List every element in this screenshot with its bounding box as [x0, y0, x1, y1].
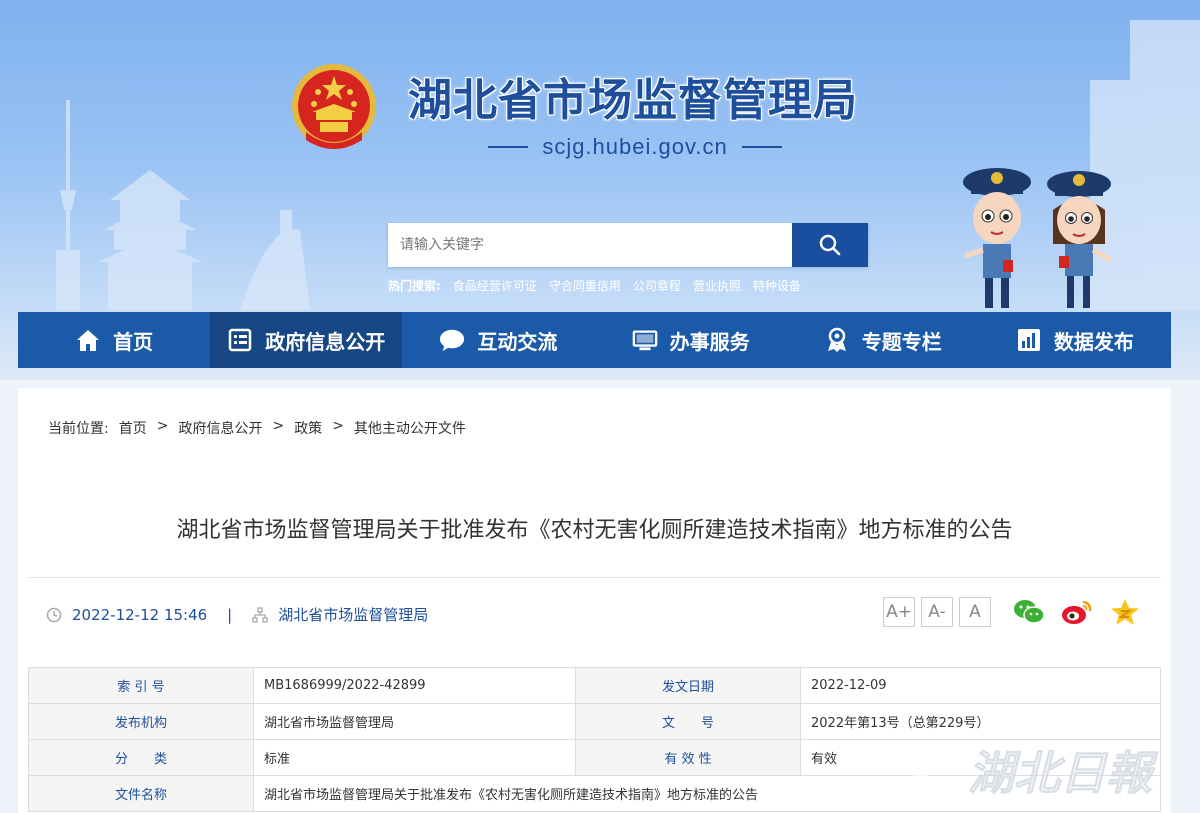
table-value: 湖北省市场监督管理局 [253, 703, 576, 740]
font-increase-label: A+ [886, 602, 912, 622]
table-label: 有 效 性 [575, 739, 801, 776]
table-row: 索 引 号 MB1686999/2022-42899 发文日期 2022-12-… [28, 667, 1161, 704]
nav-item-label: 专题专栏 [861, 329, 942, 354]
hot-search-item[interactable]: 守合同重信用 [549, 277, 621, 295]
share-tools [1012, 596, 1142, 628]
decorative-line [488, 146, 529, 148]
divider [28, 577, 1161, 578]
search-button[interactable] [792, 223, 868, 267]
article-title: 湖北省市场监督管理局关于批准发布《农村无害化厕所建造技术指南》地方标准的公告 [176, 518, 1013, 543]
table-label: 文 号 [575, 703, 801, 740]
font-size-tools: A+ A- A [883, 597, 991, 627]
table-label: 索 引 号 [28, 667, 254, 704]
table-label: 发文日期 [575, 667, 801, 704]
table-value: MB1686999/2022-42899 [253, 667, 576, 704]
table-value: 2022-12-09 [800, 667, 1161, 704]
nav-item-label: 首页 [113, 329, 154, 354]
hot-search-item[interactable]: 食品经营许可证 [453, 277, 537, 295]
table-label: 文件名称 [28, 775, 254, 812]
org-structure-icon [252, 606, 268, 623]
home-icon [75, 327, 101, 353]
nav-item-label: 办事服务 [669, 329, 750, 354]
qzone-icon [1111, 599, 1139, 625]
breadcrumb: 当前位置: 首页 > 政府信息公开 > 政策 > 其他主动公开文件 [48, 418, 466, 438]
nav-item-interaction[interactable]: 互动交流 [402, 312, 594, 368]
badge-icon [824, 327, 850, 353]
breadcrumb-link[interactable]: 政策 [294, 418, 322, 438]
main-nav: 首页 政府信息公开 互动交流 办事服务 专题专栏 数据发布 [18, 312, 1171, 368]
monitor-icon [632, 327, 658, 353]
hot-search: 热门搜索: 食品经营许可证 守合同重信用 公司章程 营业执照 特种设备 [388, 277, 801, 295]
table-label: 发布机构 [28, 703, 254, 740]
weibo-icon [1062, 600, 1092, 624]
site-url: scjg.hubei.gov.cn [542, 134, 728, 159]
chat-bubble-icon [439, 327, 465, 353]
search-icon [819, 234, 841, 256]
breadcrumb-separator: > [332, 418, 344, 434]
breadcrumb-separator: > [156, 418, 169, 434]
nav-item-home[interactable]: 首页 [18, 312, 210, 368]
mascot-officers-illustration [963, 168, 1113, 308]
nav-item-topics[interactable]: 专题专栏 [787, 312, 979, 368]
search-input[interactable] [388, 223, 792, 267]
bar-chart-icon [1016, 327, 1042, 353]
search-box [388, 223, 868, 267]
document-list-icon [227, 327, 253, 353]
nav-item-data[interactable]: 数据发布 [979, 312, 1171, 368]
hubei-daily-watermark-logo: 湖北日報 [895, 746, 1159, 801]
share-wechat-button[interactable] [1012, 596, 1046, 628]
breadcrumb-link[interactable]: 其他主动公开文件 [354, 418, 466, 438]
font-decrease-label: A- [928, 602, 946, 622]
site-url-row: scjg.hubei.gov.cn [470, 134, 800, 160]
hot-search-item[interactable]: 营业执照 [693, 277, 741, 295]
publish-datetime: 2022-12-12 15:46 [72, 605, 208, 624]
decorative-line [741, 146, 782, 148]
nav-item-services[interactable]: 办事服务 [595, 312, 787, 368]
article-source: 湖北省市场监督管理局 [278, 606, 429, 624]
table-label: 分 类 [28, 739, 254, 776]
nav-item-label: 互动交流 [477, 329, 558, 354]
breadcrumb-link[interactable]: 首页 [119, 418, 147, 438]
share-weibo-button[interactable] [1060, 596, 1094, 628]
font-increase-button[interactable]: A+ [883, 597, 915, 627]
breadcrumb-separator: > [272, 418, 285, 434]
share-qzone-button[interactable] [1108, 596, 1142, 628]
breadcrumb-link[interactable]: 政府信息公开 [178, 418, 262, 438]
font-decrease-button[interactable]: A- [921, 597, 953, 627]
hot-search-label: 热门搜索: [388, 279, 441, 293]
meta-separator: | [227, 605, 233, 624]
nav-item-gov-info[interactable]: 政府信息公开 [210, 312, 403, 368]
clock-icon [46, 607, 62, 622]
national-emblem-icon [292, 64, 376, 149]
hot-search-item[interactable]: 公司章程 [633, 277, 681, 295]
nav-item-label: 数据发布 [1053, 329, 1134, 354]
article-meta: 2022-12-12 15:46 | 湖北省市场监督管理局 [46, 604, 428, 625]
site-title: 湖北省市场监督管理局 [408, 75, 858, 126]
nav-item-label: 政府信息公开 [265, 329, 386, 354]
font-reset-button[interactable]: A [959, 597, 991, 627]
svg-text:湖北日報: 湖北日報 [968, 746, 1158, 800]
breadcrumb-label: 当前位置: [48, 421, 109, 437]
table-value: 标准 [253, 739, 576, 776]
wechat-icon [1014, 600, 1045, 624]
hot-search-item[interactable]: 特种设备 [753, 277, 801, 295]
font-reset-label: A [969, 602, 981, 622]
